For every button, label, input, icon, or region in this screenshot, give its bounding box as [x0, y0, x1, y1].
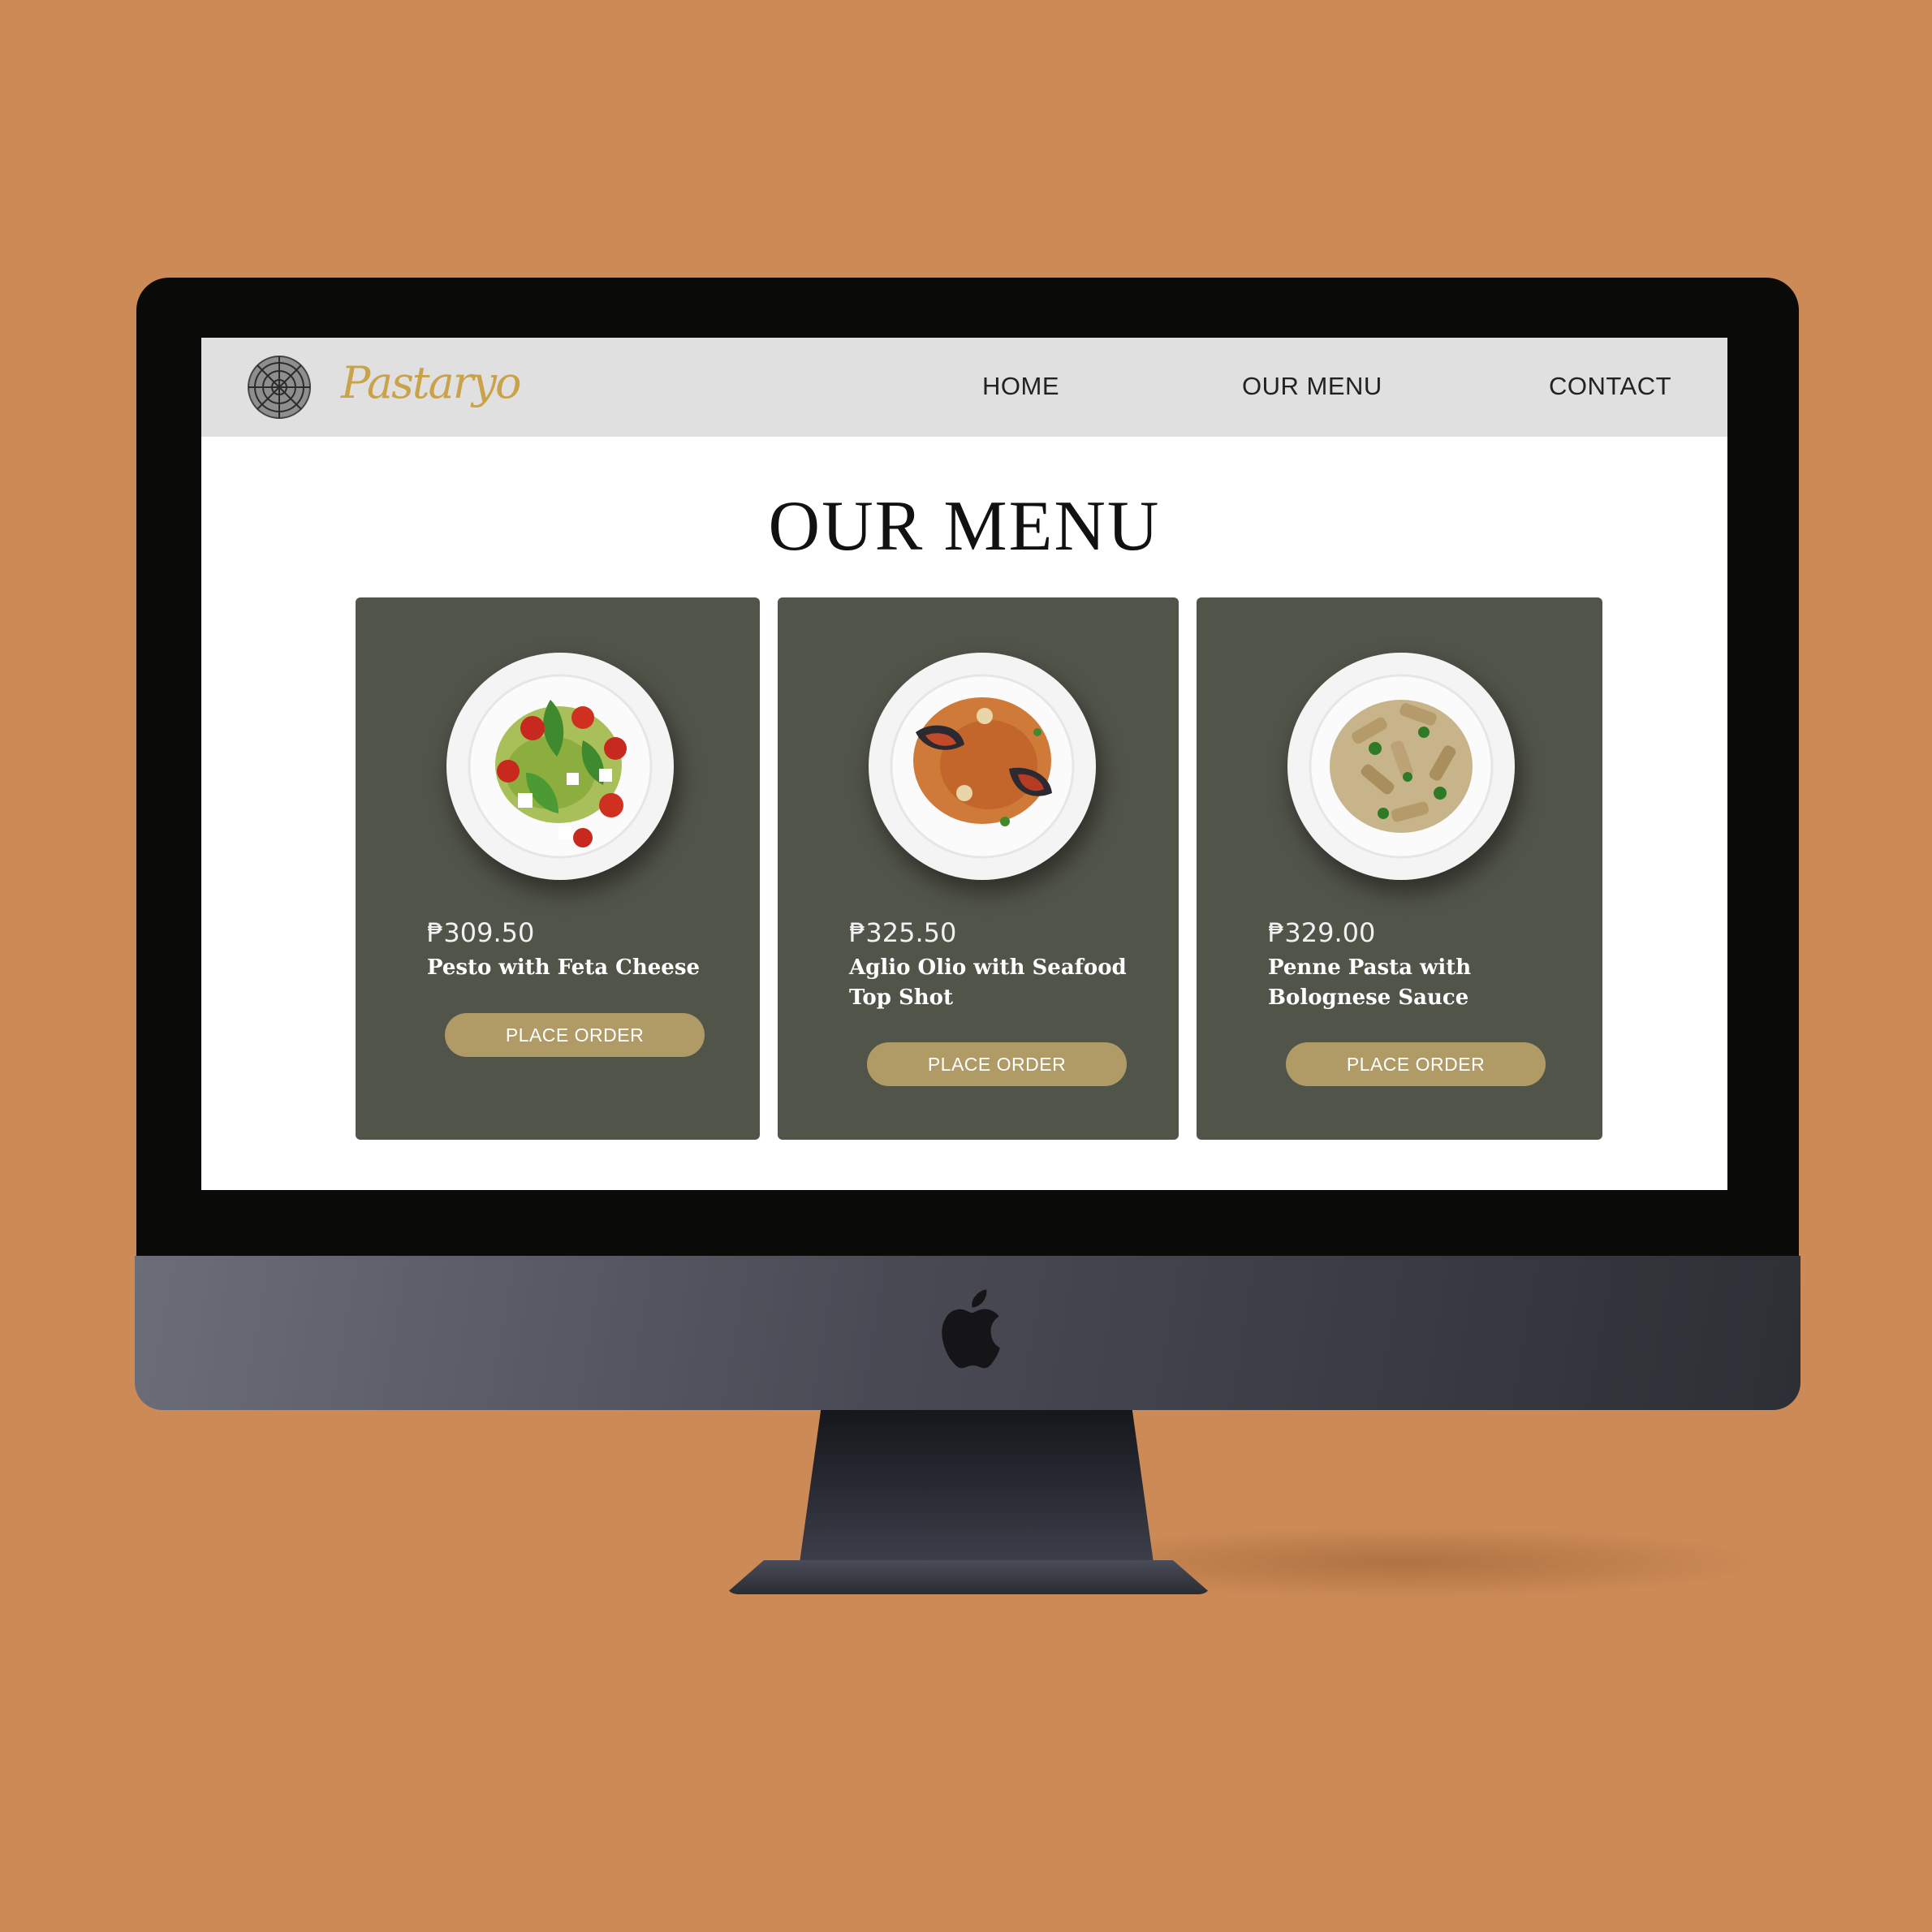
pasta-wheel-logo-icon[interactable] [247, 355, 312, 420]
brand-logo-text[interactable]: Pastaryo [341, 357, 522, 408]
dish-name: Penne Pasta with Bolognese Sauce [1268, 955, 1472, 1010]
place-order-button[interactable]: PLACE ORDER [867, 1042, 1127, 1086]
nav-link-contact[interactable]: CONTACT [1549, 372, 1671, 401]
nav-link-home[interactable]: HOME [982, 372, 1059, 401]
nav-link-our-menu[interactable]: OUR MENU [1242, 372, 1382, 401]
place-order-button[interactable]: PLACE ORDER [445, 1013, 705, 1057]
price-label: ₱329.00 [1268, 917, 1376, 948]
website-screen: Pastaryo HOME OUR MENU CONTACT OUR MENU [201, 338, 1727, 1190]
menu-card-penne: ₱329.00 Penne Pasta with Bolognese Sauce… [1197, 597, 1602, 1140]
aglio-olio-dish-image [869, 653, 1096, 880]
menu-card-aglio-olio: ₱325.50 Aglio Olio with Seafood Top Shot… [778, 597, 1179, 1140]
dish-name: Pesto with Feta Cheese [427, 955, 701, 980]
apple-logo-icon [942, 1289, 1000, 1369]
dish-name: Aglio Olio with Seafood Top Shot [849, 955, 1127, 1010]
monitor-stand-neck [800, 1410, 1154, 1563]
penne-dish-image [1287, 653, 1515, 880]
monitor-stand-foot [725, 1560, 1212, 1594]
menu-card-pesto: ₱309.50 Pesto with Feta Cheese PLACE ORD… [356, 597, 760, 1140]
page-title: OUR MENU [768, 487, 1161, 566]
place-order-button[interactable]: PLACE ORDER [1286, 1042, 1546, 1086]
pesto-dish-image [446, 653, 674, 880]
imac-monitor: Pastaryo HOME OUR MENU CONTACT OUR MENU [135, 278, 1800, 1594]
price-label: ₱309.50 [427, 917, 535, 948]
price-label: ₱325.50 [849, 917, 957, 948]
navbar: Pastaryo HOME OUR MENU CONTACT [201, 338, 1727, 437]
